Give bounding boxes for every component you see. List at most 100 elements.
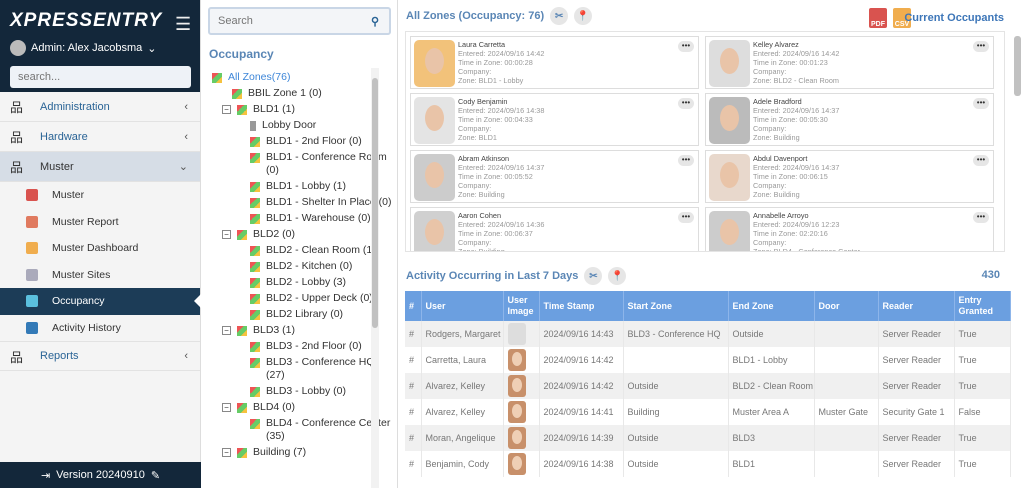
- tools-icon[interactable]: ✂: [584, 267, 603, 285]
- more-options-button[interactable]: •••: [973, 155, 989, 166]
- collapse-toggle-icon[interactable]: −: [222, 326, 231, 335]
- table-cell: Muster Gate: [814, 399, 879, 425]
- column-header[interactable]: #: [405, 291, 422, 321]
- more-options-button[interactable]: •••: [678, 98, 694, 109]
- column-header[interactable]: Entry Granted: [954, 291, 1011, 321]
- tree-scrollbar[interactable]: [371, 68, 379, 488]
- tree-node[interactable]: BBIL Zone 1 (0): [212, 87, 392, 100]
- occupant-card[interactable]: Abdul Davenport Entered: 2024/09/16 14:37…: [705, 150, 994, 203]
- tree-node[interactable]: BLD2 - Upper Deck (0): [212, 292, 392, 305]
- tree-node[interactable]: BLD1 - Shelter In Place (0): [212, 196, 392, 209]
- table-cell: 2024/09/16 14:41: [539, 399, 624, 425]
- tree-node[interactable]: − BLD4 (0): [212, 401, 392, 414]
- sidebar-item-muster-dashboard[interactable]: Muster Dashboard: [0, 235, 200, 262]
- column-header[interactable]: Time Stamp: [539, 291, 624, 321]
- tree-node[interactable]: BLD2 Library (0): [212, 308, 392, 321]
- pdf-export-button[interactable]: PDF: [869, 8, 887, 28]
- tree-node[interactable]: BLD3 - 2nd Floor (0): [212, 340, 392, 353]
- tree-node[interactable]: BLD3 - Lobby (0): [212, 385, 392, 398]
- sidebar-item-occupancy[interactable]: Occupancy: [0, 288, 201, 315]
- tree-node[interactable]: BLD3 - Conference HQ (27): [212, 356, 392, 382]
- user-menu[interactable]: Admin: Alex Jacobsma ⌄: [10, 40, 190, 56]
- tree-node[interactable]: All Zones(76): [212, 71, 392, 84]
- table-row[interactable]: # Benjamin, Cody 2024/09/16 14:38 Outside BL…: [405, 451, 1011, 477]
- sidebar-search-input[interactable]: [10, 66, 191, 88]
- table-cell: Server Reader: [878, 451, 955, 477]
- search-icon[interactable]: ⚲: [371, 15, 389, 28]
- zone-search-input[interactable]: [210, 15, 371, 27]
- column-header[interactable]: User Image: [503, 291, 540, 321]
- tree-node[interactable]: BLD2 - Kitchen (0): [212, 260, 392, 273]
- more-options-button[interactable]: •••: [678, 155, 694, 166]
- column-header[interactable]: User: [421, 291, 504, 321]
- logout-icon[interactable]: ⇥: [41, 469, 50, 482]
- sidebar-item-activity-history[interactable]: Activity History: [0, 315, 200, 342]
- activity-table: # User User Image Time Stamp Start Zone End Z…: [405, 291, 1011, 477]
- collapse-toggle-icon[interactable]: −: [222, 230, 231, 239]
- tree-node[interactable]: − Building (7): [212, 446, 392, 459]
- map-pin-icon[interactable]: 📍: [608, 267, 627, 285]
- door-icon: [250, 121, 256, 131]
- edit-icon[interactable]: ✎: [151, 469, 160, 482]
- cards-scrollbar[interactable]: [1014, 31, 1021, 251]
- sidebar-header: XPRESSENTRY ☰ Admin: Alex Jacobsma ⌄: [0, 0, 200, 92]
- table-row[interactable]: # Alvarez, Kelley 2024/09/16 14:42 Outside B…: [405, 373, 1011, 399]
- more-options-button[interactable]: •••: [973, 212, 989, 223]
- tree-node[interactable]: BLD1 - 2nd Floor (0): [212, 135, 392, 148]
- tree-node[interactable]: BLD2 - Clean Room (1): [212, 244, 392, 257]
- tree-node[interactable]: − BLD3 (1): [212, 324, 392, 337]
- zone-icon: [250, 358, 260, 368]
- tree-node[interactable]: − BLD1 (1): [212, 103, 392, 116]
- more-options-button[interactable]: •••: [678, 41, 694, 52]
- occupant-card[interactable]: Adele Bradford Entered: 2024/09/16 14:37 T…: [705, 93, 994, 146]
- current-occupants-link[interactable]: Current Occupants: [904, 12, 1004, 24]
- more-options-button[interactable]: •••: [678, 212, 694, 223]
- more-options-button[interactable]: •••: [973, 98, 989, 109]
- column-header[interactable]: Start Zone: [623, 291, 729, 321]
- tree-node[interactable]: Lobby Door: [212, 119, 392, 132]
- table-row[interactable]: # Moran, Angelique 2024/09/16 14:39 Outside…: [405, 425, 1011, 451]
- collapse-toggle-icon[interactable]: −: [222, 105, 231, 114]
- tree-node[interactable]: BLD1 - Conference Room (0): [212, 151, 392, 177]
- occupant-entered: Entered: 2024/09/16 14:37: [458, 163, 545, 172]
- table-row[interactable]: # Rodgers, Margaret 2024/09/16 14:43 BLD3 -…: [405, 321, 1011, 347]
- sidebar-item-muster-report[interactable]: Muster Report: [0, 209, 200, 236]
- occupant-card[interactable]: Aaron Cohen Entered: 2024/09/16 14:36 Time…: [410, 207, 699, 251]
- tree-node[interactable]: BLD4 - Conference Center (35): [212, 417, 392, 443]
- sidebar-item-muster-sites[interactable]: Muster Sites: [0, 262, 200, 289]
- tree-node[interactable]: BLD2 - Lobby (3): [212, 276, 392, 289]
- nav-hardware[interactable]: 品 Hardware ‹: [0, 122, 200, 152]
- more-options-button[interactable]: •••: [973, 41, 989, 52]
- table-cell: 2024/09/16 14:42: [539, 347, 624, 373]
- column-header[interactable]: Door: [814, 291, 879, 321]
- table-row[interactable]: # Carretta, Laura 2024/09/16 14:42 BLD1 - L…: [405, 347, 1011, 373]
- tree-node[interactable]: − BLD2 (0): [212, 228, 392, 241]
- occupant-time: Time in Zone: 00:05:52: [458, 172, 533, 181]
- nav-administration[interactable]: 品 Administration ‹: [0, 92, 200, 122]
- tree-node[interactable]: BLD1 - Warehouse (0): [212, 212, 392, 225]
- occupant-card[interactable]: Kelley Alvarez Entered: 2024/09/16 14:42 T…: [705, 36, 994, 89]
- hamburger-menu-icon[interactable]: ☰: [175, 14, 191, 35]
- tools-icon[interactable]: ✂: [550, 7, 569, 25]
- table-cell: Muster Area A: [728, 399, 815, 425]
- column-header[interactable]: Reader: [878, 291, 955, 321]
- user-image-cell: [503, 373, 540, 399]
- sidebar-item-muster[interactable]: Muster: [0, 182, 200, 209]
- occupant-card[interactable]: Laura Carretta Entered: 2024/09/16 14:42 T…: [410, 36, 699, 89]
- table-cell: Server Reader: [878, 321, 955, 347]
- collapse-toggle-icon[interactable]: −: [222, 403, 231, 412]
- nav-reports[interactable]: 品 Reports ‹: [0, 341, 200, 371]
- tree-node[interactable]: BLD1 - Lobby (1): [212, 180, 392, 193]
- occupant-card[interactable]: Abram Atkinson Entered: 2024/09/16 14:37 T…: [410, 150, 699, 203]
- collapse-toggle-icon[interactable]: −: [222, 448, 231, 457]
- chevron-icon: ‹: [184, 100, 188, 113]
- occupant-card[interactable]: Annabelle Arroyo Entered: 2024/09/16 12:2…: [705, 207, 994, 251]
- occupant-zone: Zone: BLD2 - Clean Room: [753, 76, 839, 85]
- table-row[interactable]: # Alvarez, Kelley 2024/09/16 14:41 Building…: [405, 399, 1011, 425]
- user-image-cell: [503, 399, 540, 425]
- map-pin-icon[interactable]: 📍: [574, 7, 593, 25]
- occupant-card[interactable]: Cody Benjamin Entered: 2024/09/16 14:38 Ti…: [410, 93, 699, 146]
- zones-title: All Zones (Occupancy: 76): [406, 10, 545, 22]
- nav-muster[interactable]: 品 Muster ⌄: [0, 152, 200, 182]
- column-header[interactable]: End Zone: [728, 291, 815, 321]
